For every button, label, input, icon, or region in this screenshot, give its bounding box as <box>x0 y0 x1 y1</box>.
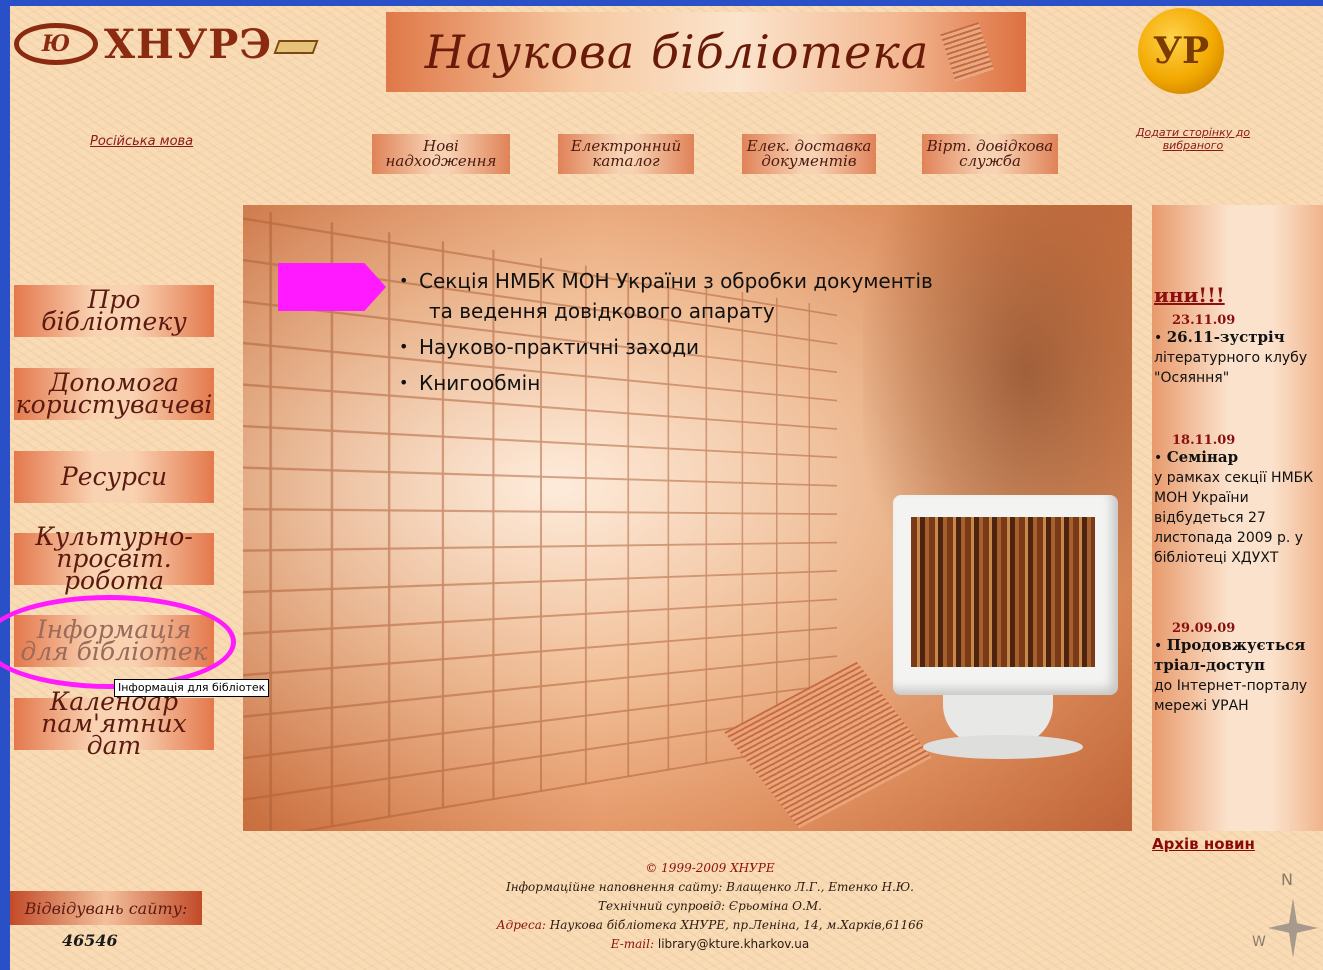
news-title: 26.11-зустріч <box>1167 328 1285 346</box>
address-value: Наукова бібліотека ХНУРЕ, пр.Леніна, 14,… <box>550 918 924 932</box>
address-line: Адреса: Наукова бібліотека ХНУРЕ, пр.Лен… <box>410 916 1010 935</box>
nav-electronic-catalog[interactable]: Електронний каталог <box>558 134 694 174</box>
bullet-icon: • <box>1154 330 1167 346</box>
news-title: Продовжується тріал-доступ <box>1154 636 1305 674</box>
monitor-base <box>923 735 1083 759</box>
menu-memorable-dates[interactable]: Календар пам'ятних дат <box>14 698 214 750</box>
bookshelf-screen <box>911 517 1095 667</box>
highlight-arrow <box>278 263 386 311</box>
bullet-icon: • <box>1154 638 1167 654</box>
panel-link-section-cont[interactable]: та ведення довідкового апарату <box>399 293 933 329</box>
tech-credits: Технічний супровід: Єрьоміна О.М. <box>410 897 1010 916</box>
nav-doc-delivery[interactable]: Елек. доставка документів <box>742 134 876 174</box>
news-date: 18.11.09 <box>1154 433 1323 448</box>
menu-resources[interactable]: Ресурси <box>14 451 214 503</box>
visits-counter-label: Відвідувань сайту: <box>10 891 202 925</box>
news-item: 18.11.09 • Семінар у рамках секції НМБК … <box>1154 433 1323 568</box>
nav-virtual-reference[interactable]: Вірт. довідкова служба <box>922 134 1058 174</box>
menu-cultural-work[interactable]: Культурно-просвіт. робота <box>14 533 214 585</box>
header-banner: Наукова бібліотека <box>386 12 1026 92</box>
news-archive-link[interactable]: Архів новин <box>1152 835 1255 853</box>
site-logo[interactable]: Ю ХНУРЭ <box>14 14 314 74</box>
main-image-panel: Секція НМБК МОН України з обробки докуме… <box>243 205 1132 831</box>
compass-star-icon <box>1268 898 1318 958</box>
address-label: Адреса: <box>497 918 546 932</box>
news-header[interactable]: ини!!! <box>1154 283 1225 307</box>
page: Ю ХНУРЭ Наукова бібліотека УР Російська … <box>10 6 1323 970</box>
compass-north: N <box>1281 870 1293 889</box>
news-text: літературного клубу "Осяяння" <box>1154 348 1323 388</box>
nav-new-arrivals[interactable]: Нові надходження <box>372 134 510 174</box>
visits-count: 46546 <box>62 931 118 950</box>
logo-emblem: Ю <box>14 23 98 65</box>
logo-text: ХНУРЭ <box>104 21 272 68</box>
language-link[interactable]: Російська мова <box>90 134 193 149</box>
footer: © 1999-2009 ХНУРЕ Інформаційне наповненн… <box>410 859 1010 954</box>
panel-link-book-exchange[interactable]: Книгообмін <box>399 365 933 401</box>
news-item: 23.11.09 • 26.11-зустріч літературного к… <box>1154 313 1323 388</box>
news-date: 23.11.09 <box>1154 313 1323 328</box>
menu-user-help[interactable]: Допомога користувачеві <box>14 368 214 420</box>
news-date: 29.09.09 <box>1154 621 1323 636</box>
news-title: Семінар <box>1167 448 1238 466</box>
book-icon <box>276 34 314 54</box>
content-credits: Інформаційне наповнення сайту: Влащенко … <box>410 878 1010 897</box>
compass-west: W <box>1252 934 1266 950</box>
email-link[interactable]: library@kture.kharkov.ua <box>658 937 809 951</box>
news-panel: ини!!! 23.11.09 • 26.11-зустріч літерату… <box>1152 205 1323 831</box>
university-emblem-icon: УР <box>1138 8 1224 94</box>
bullet-icon: • <box>1154 450 1167 466</box>
menu-about-library[interactable]: Про бібліотеку <box>14 285 214 337</box>
panel-link-events[interactable]: Науково-практичні заходи <box>399 329 933 365</box>
computer-monitor-image <box>893 495 1118 695</box>
banner-title: Наукова бібліотека <box>425 25 930 79</box>
email-label: E-mail: <box>611 937 654 951</box>
scroll-icon <box>941 22 994 82</box>
copyright: © 1999-2009 ХНУРЕ <box>410 859 1010 878</box>
highlight-ellipse <box>0 595 236 689</box>
news-item: 29.09.09 • Продовжується тріал-доступ до… <box>1154 621 1323 716</box>
tooltip: Інформація для бібліотек <box>114 679 269 697</box>
add-favorites-link[interactable]: Додати сторінку до вибраного <box>1128 126 1258 152</box>
news-text: у рамках секції НМБК МОН України відбуде… <box>1154 468 1323 568</box>
news-text: до Інтернет-порталу мережі УРАН <box>1154 676 1323 716</box>
compass-icon: N W <box>1252 868 1322 968</box>
email-line: E-mail: library@kture.kharkov.ua <box>410 935 1010 954</box>
panel-links: Секція НМБК МОН України з обробки докуме… <box>399 263 933 401</box>
